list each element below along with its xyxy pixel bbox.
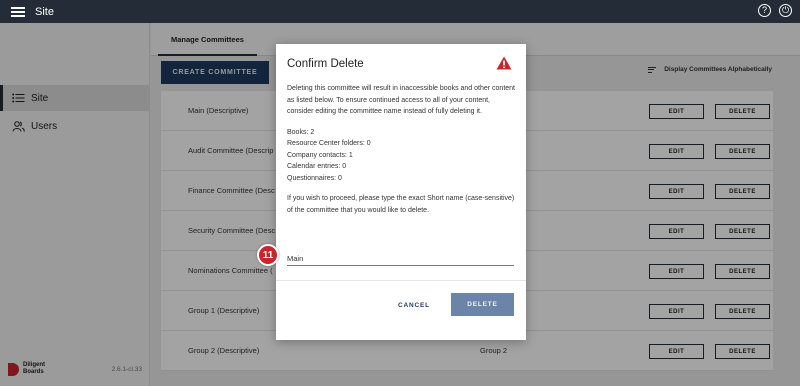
warning-message: Deleting this committee will result in i… [287,85,516,115]
confirm-delete-button[interactable]: DELETE [451,293,514,316]
dialog-divider [276,280,526,281]
dialog-title: Confirm Delete [287,58,364,70]
top-bar: Site ? ⏻ [0,0,800,23]
stat-questionnaires: Questionnaires: 0 [287,174,342,182]
cancel-button[interactable]: CANCEL [388,294,440,316]
instruction-text: If you wish to proceed, please type the … [287,195,515,214]
help-icon[interactable]: ? [758,4,771,17]
stat-resource-center-folders: Resource Center folders: 0 [287,140,371,147]
short-name-input[interactable] [287,248,514,266]
stat-calendar-entries: Calendar entries: 0 [287,163,347,170]
hamburger-menu-icon[interactable] [11,6,25,17]
app-title: Site [35,5,54,18]
stat-company-contacts: Company contacts: 1 [287,151,353,159]
stat-books: Books: 2 [287,128,315,136]
power-icon[interactable]: ⏻ [779,4,792,17]
confirm-delete-dialog: Confirm Delete Deleting this committee w… [276,44,526,340]
step-number-badge: 11 [257,244,279,266]
content-stats: Books: 2 Resource Center folders: 0 Comp… [287,127,517,185]
warning-icon [496,56,512,70]
dialog-body: Deleting this committee will result in i… [287,83,517,225]
